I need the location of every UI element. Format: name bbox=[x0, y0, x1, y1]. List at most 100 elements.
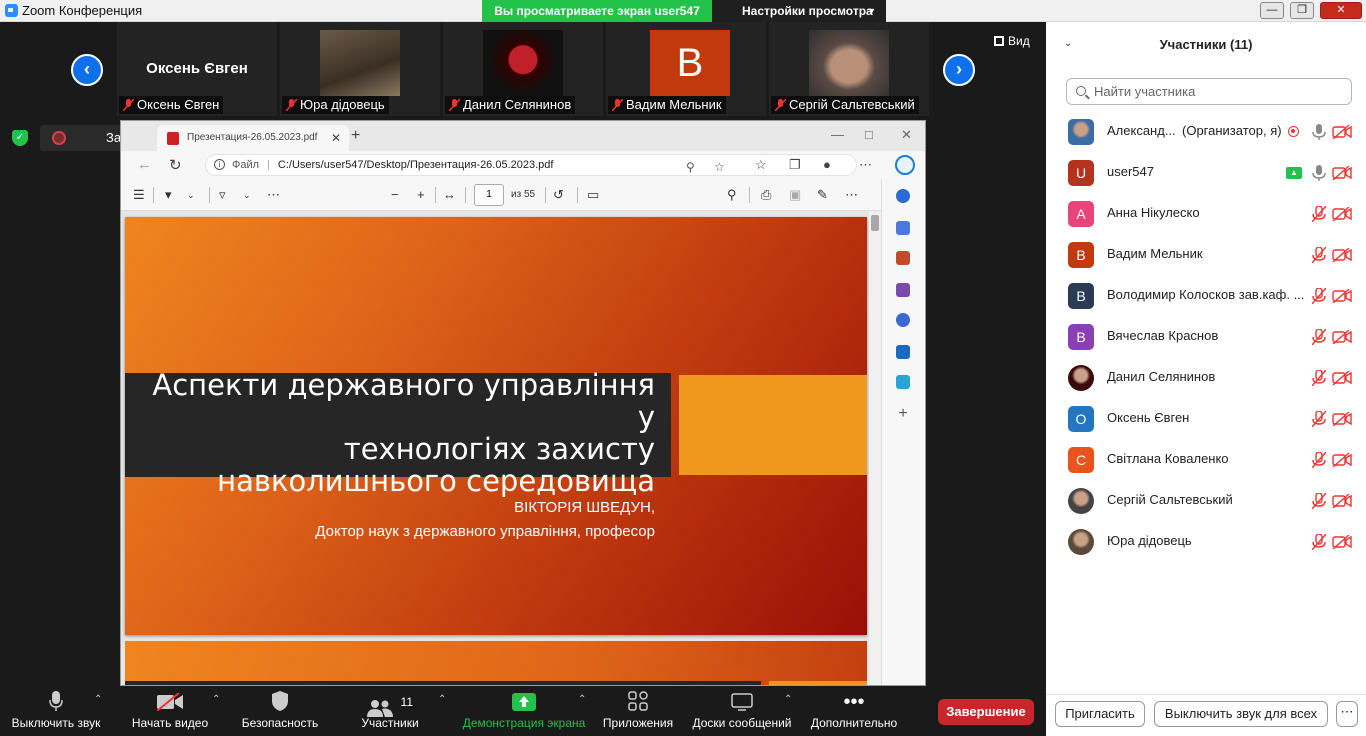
video-tile[interactable]: В Вадим Мельник bbox=[606, 22, 766, 116]
close-tab-icon[interactable]: ✕ bbox=[331, 125, 341, 151]
end-meeting-button[interactable]: Завершение bbox=[938, 699, 1034, 725]
mic-off-icon[interactable] bbox=[1311, 246, 1327, 264]
page-number-input[interactable]: 1 bbox=[474, 184, 504, 206]
video-off-icon[interactable] bbox=[1332, 493, 1352, 509]
video-tile[interactable]: Оксень Євген Оксень Євген bbox=[117, 22, 277, 116]
mic-off-icon[interactable] bbox=[1311, 451, 1327, 469]
mic-off-icon[interactable] bbox=[1311, 410, 1327, 428]
video-off-icon[interactable] bbox=[1332, 124, 1352, 140]
participant-row[interactable]: С Світлана Коваленко bbox=[1046, 438, 1366, 479]
collections-icon[interactable]: ❐ bbox=[789, 157, 801, 173]
mic-off-icon[interactable] bbox=[1311, 492, 1327, 510]
more-icon[interactable]: ⋯ bbox=[845, 187, 858, 203]
chevron-up-icon[interactable]: ⌃ bbox=[578, 694, 586, 705]
video-tile[interactable]: Данил Селянинов bbox=[443, 22, 603, 116]
page-view-icon[interactable]: ▭ bbox=[587, 187, 599, 203]
save-as-icon[interactable]: ✎ bbox=[817, 187, 828, 203]
profile-icon[interactable]: ● bbox=[823, 157, 831, 172]
more-button[interactable]: ••• Дополнительно bbox=[806, 686, 902, 736]
video-off-icon[interactable] bbox=[1332, 165, 1352, 181]
rotate-icon[interactable]: ↺ bbox=[553, 187, 564, 203]
draw-icon[interactable]: ▿ bbox=[219, 187, 226, 203]
search-icon[interactable] bbox=[896, 189, 910, 203]
chevron-up-icon[interactable]: ⌃ bbox=[94, 694, 102, 705]
close-icon[interactable]: ✕ bbox=[1320, 2, 1362, 19]
start-video-button[interactable]: Начать видео bbox=[128, 686, 212, 736]
back-icon[interactable]: ← bbox=[137, 156, 152, 173]
participant-row[interactable]: Uuser547 ▲ bbox=[1046, 151, 1366, 192]
video-tile[interactable]: Юра дідовець bbox=[280, 22, 440, 116]
view-options-button[interactable]: Настройки просмотра ▼ bbox=[712, 0, 886, 22]
zoom-icon[interactable]: ⚲ bbox=[686, 157, 695, 177]
chevron-down-icon[interactable]: ⌄ bbox=[187, 190, 195, 201]
more-icon[interactable]: ⋯ bbox=[267, 187, 280, 203]
zoom-out-icon[interactable]: − bbox=[391, 187, 399, 202]
contents-icon[interactable]: ☰ bbox=[133, 187, 145, 203]
zoom-in-icon[interactable]: + bbox=[417, 187, 425, 202]
bing-icon[interactable] bbox=[895, 155, 915, 175]
search-icon[interactable]: ⚲ bbox=[727, 187, 737, 203]
chevron-up-icon[interactable]: ⌃ bbox=[784, 694, 792, 705]
video-off-icon[interactable] bbox=[1332, 411, 1352, 427]
next-page-button[interactable]: › bbox=[943, 54, 975, 86]
participant-row[interactable]: Александ... (Организатор, я) bbox=[1046, 110, 1366, 151]
scrollbar-thumb[interactable] bbox=[871, 215, 879, 231]
prev-page-button[interactable]: ‹ bbox=[71, 54, 103, 86]
mic-off-icon[interactable] bbox=[1311, 205, 1327, 223]
chevron-down-icon[interactable]: ⌄ bbox=[243, 190, 251, 201]
favorites-icon[interactable]: ☆ bbox=[755, 157, 767, 173]
video-off-icon[interactable] bbox=[1332, 288, 1352, 304]
whiteboards-button[interactable]: Доски сообщений bbox=[688, 686, 796, 736]
search-participant-input[interactable]: Найти участника bbox=[1066, 78, 1352, 105]
video-off-icon[interactable] bbox=[1332, 370, 1352, 386]
chevron-up-icon[interactable]: ⌃ bbox=[212, 694, 220, 705]
pdf-viewer[interactable]: Аспекти державного управління у технолог… bbox=[121, 211, 881, 685]
participants-button[interactable]: 11 Участники bbox=[352, 686, 428, 736]
invite-button[interactable]: Пригласить bbox=[1055, 701, 1145, 727]
security-button[interactable]: Безопасность bbox=[238, 686, 322, 736]
shopping-icon[interactable] bbox=[896, 221, 910, 235]
mic-off-icon[interactable] bbox=[1311, 369, 1327, 387]
print-icon[interactable]: ⎙ bbox=[761, 187, 771, 203]
mic-off-icon[interactable] bbox=[1311, 287, 1327, 305]
video-off-icon[interactable] bbox=[1332, 329, 1352, 345]
vertical-scrollbar[interactable] bbox=[869, 211, 881, 685]
participant-row[interactable]: О Оксень Євген bbox=[1046, 397, 1366, 438]
favorite-icon[interactable]: ☆ bbox=[714, 157, 725, 177]
outlook-icon[interactable] bbox=[896, 345, 910, 359]
mic-off-icon[interactable] bbox=[1311, 533, 1327, 551]
mute-all-button[interactable]: Выключить звук для всех bbox=[1154, 701, 1328, 727]
more-options-button[interactable]: ⋯ bbox=[1336, 701, 1358, 727]
minimize-icon[interactable]: — bbox=[831, 127, 844, 142]
close-icon[interactable]: ✕ bbox=[901, 127, 912, 143]
send-icon[interactable] bbox=[896, 375, 910, 389]
share-screen-button[interactable]: Демонстрация экрана bbox=[460, 686, 588, 736]
restore-icon[interactable]: □ bbox=[865, 127, 873, 142]
video-tile[interactable]: Сергій Сальтевський bbox=[769, 22, 929, 116]
mute-button[interactable]: Выключить звук bbox=[8, 686, 104, 736]
video-off-icon[interactable] bbox=[1332, 206, 1352, 222]
video-off-icon[interactable] bbox=[1332, 534, 1352, 550]
restore-icon[interactable]: ❐ bbox=[1290, 2, 1314, 19]
chevron-up-icon[interactable]: ⌃ bbox=[438, 694, 446, 705]
add-icon[interactable]: + bbox=[896, 406, 910, 422]
participant-row[interactable]: В Володимир Колосков зав.каф. ... bbox=[1046, 274, 1366, 315]
microphone-icon[interactable] bbox=[1312, 165, 1326, 181]
reload-icon[interactable]: ↻ bbox=[169, 156, 182, 174]
save-icon[interactable]: ▣ bbox=[789, 187, 801, 203]
tools-icon[interactable] bbox=[896, 251, 910, 265]
fit-width-icon[interactable]: ↔ bbox=[443, 187, 456, 202]
apps-button[interactable]: Приложения bbox=[600, 686, 676, 736]
new-tab-icon[interactable]: + bbox=[351, 127, 360, 145]
microphone-icon[interactable] bbox=[1312, 124, 1326, 140]
video-off-icon[interactable] bbox=[1332, 452, 1352, 468]
highlight-icon[interactable]: ▾ bbox=[165, 187, 172, 203]
participant-row[interactable]: В Вадим Мельник bbox=[1046, 233, 1366, 274]
encryption-shield-icon[interactable]: ✓ bbox=[12, 130, 28, 146]
participant-row[interactable]: Данил Селянинов bbox=[1046, 356, 1366, 397]
participant-row[interactable]: Сергій Сальтевський bbox=[1046, 479, 1366, 520]
more-icon[interactable]: ⋯ bbox=[859, 157, 872, 173]
participant-row[interactable]: Юра дідовець bbox=[1046, 520, 1366, 561]
games-icon[interactable] bbox=[896, 283, 910, 297]
office-icon[interactable] bbox=[896, 313, 910, 327]
